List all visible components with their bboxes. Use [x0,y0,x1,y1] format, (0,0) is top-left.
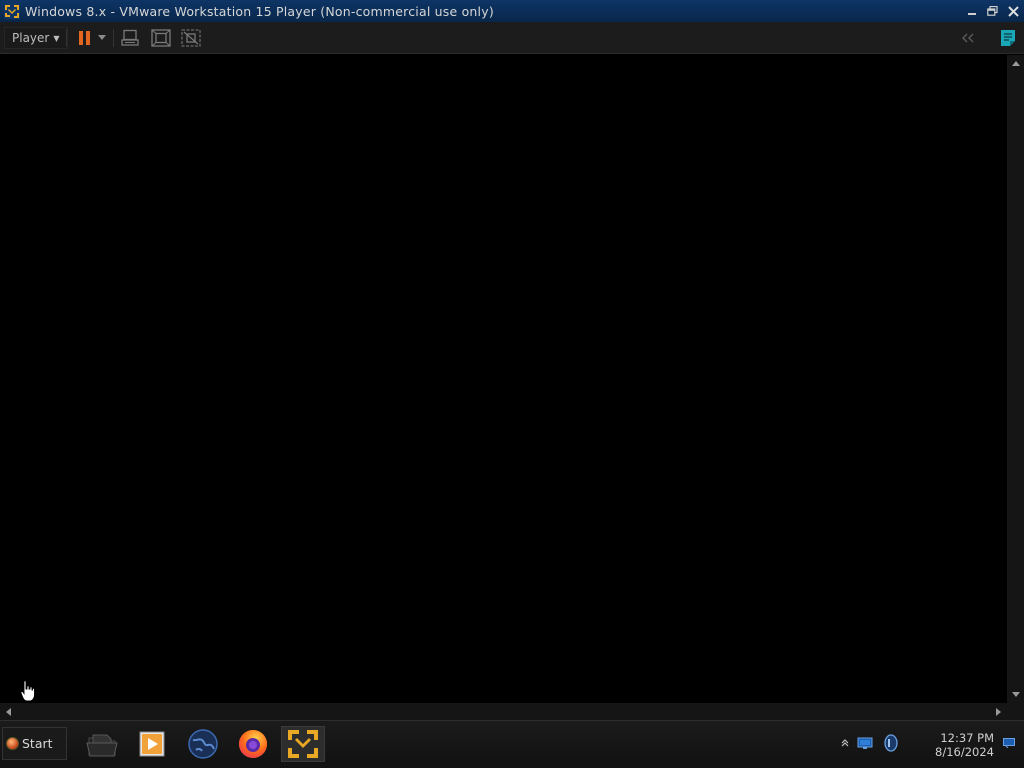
power-options-dropdown[interactable] [95,26,109,50]
vertical-scrollbar[interactable] [1007,55,1024,703]
show-desktop-notification[interactable] [1001,733,1017,753]
restore-button[interactable] [982,0,1003,22]
taskbar-app-file-explorer[interactable] [80,726,124,762]
show-hidden-icons-chevron [841,739,849,747]
vmware-app-icon [4,3,20,19]
notes-button[interactable] [996,26,1020,50]
player-menu-button[interactable]: Player ▼ [4,27,68,49]
notes-icon [1001,30,1015,46]
volume-icon [884,734,898,752]
start-button[interactable]: Start [2,727,67,760]
browser-globe-icon [188,729,218,759]
scrollbar-corner [1007,703,1024,720]
fit-guest-icon [151,29,171,47]
fit-guest-button[interactable] [149,26,173,50]
network-icon [857,737,873,749]
system-clock[interactable]: 12:37 PM 8/16/2024 [909,731,994,759]
window-title: Windows 8.x - VMware Workstation 15 Play… [25,3,494,19]
clock-time: 12:37 PM [940,731,994,745]
toolbar-divider [113,29,114,47]
media-player-icon [139,731,165,757]
vm-display[interactable] [0,55,1007,703]
taskbar-app-browser[interactable] [181,726,225,762]
window-title-bar[interactable]: Windows 8.x - VMware Workstation 15 Play… [0,0,1024,22]
dropdown-caret-icon [98,35,106,40]
start-orb-icon [6,737,19,750]
collapse-icon [962,33,974,43]
scroll-left-arrow-icon[interactable] [0,703,17,720]
scroll-up-arrow-icon[interactable] [1007,55,1024,72]
scroll-down-arrow-icon[interactable] [1007,686,1024,703]
close-icon [1008,5,1019,17]
send-ctrl-alt-del-button[interactable] [118,26,142,50]
minimize-icon [967,13,976,15]
file-explorer-icon [86,734,118,757]
clock-date: 8/16/2024 [935,745,994,759]
taskbar-app-media-player[interactable] [130,726,174,762]
firefox-icon [239,730,267,758]
taskbar-app-vmware-player[interactable] [281,726,325,762]
show-hidden-icons-button[interactable] [838,733,852,753]
restore-icon [987,6,998,16]
chevron-down-icon: ▼ [53,33,60,43]
pause-icon [79,31,90,45]
hand-cursor-icon [20,680,35,702]
player-toolbar: Player ▼ [0,22,1024,54]
horizontal-scrollbar[interactable] [0,703,1007,720]
start-label: Start [22,736,53,751]
unity-button[interactable] [179,26,203,50]
notification-icon [1003,738,1015,748]
scroll-right-arrow-icon[interactable] [990,703,1007,720]
close-button[interactable] [1003,0,1024,22]
pause-button[interactable] [73,26,97,50]
send-ctrl-alt-del-icon [121,29,139,46]
taskbar: Start 12:37 PM 8/16/2024 [0,720,1024,768]
toolbar-divider [66,29,67,47]
tray-network[interactable] [855,733,875,753]
vmware-player-icon [288,730,318,758]
collapse-toolbar-button[interactable] [956,26,980,50]
minimize-button[interactable] [961,0,982,22]
unity-icon [181,29,201,47]
player-menu-label: Player [12,31,50,45]
tray-volume[interactable] [881,733,901,753]
taskbar-app-firefox[interactable] [231,726,275,762]
